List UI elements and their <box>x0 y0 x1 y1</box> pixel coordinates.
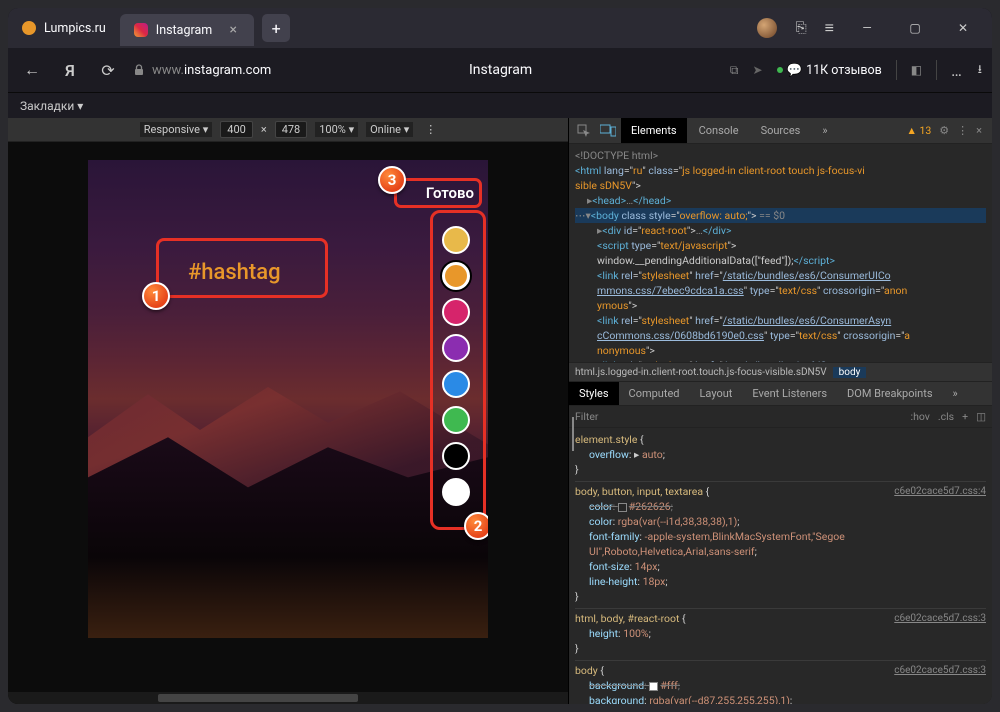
warnings-badge[interactable]: ▲ 13 <box>906 124 931 137</box>
width-input[interactable]: 400 <box>220 121 253 138</box>
tab-label: Instagram <box>156 23 212 38</box>
box-icon[interactable]: ◫ <box>976 410 986 423</box>
tab-more[interactable]: » <box>812 118 837 143</box>
close-button[interactable]: ✕ <box>948 13 978 43</box>
resize-handle[interactable] <box>572 417 578 451</box>
favicon-lumpics <box>22 21 36 35</box>
bookmarks-bar: Закладки ▾ <box>8 92 992 118</box>
minimize-button[interactable]: — <box>852 13 882 43</box>
devtools-tabs: Elements Console Sources » ▲ 13 ⚙ ⋮ × <box>569 118 992 144</box>
color-picker <box>432 216 480 516</box>
tab-label: Lumpics.ru <box>44 21 106 36</box>
yandex-button[interactable]: Я <box>56 56 84 84</box>
tab-dom-bp[interactable]: DOM Breakpoints <box>837 382 942 405</box>
device-select[interactable]: Responsive ▾ <box>140 122 213 137</box>
page-viewport: Responsive ▾ 400 × 478 100% ▾ Online ▾ ⋮… <box>8 118 568 704</box>
address-bar: ← Я ⟳ www.instagram.com Instagram ⧉ ➤ 💬1… <box>8 48 992 92</box>
hov-toggle[interactable]: :hov <box>911 410 930 423</box>
tab-lumpics[interactable]: Lumpics.ru <box>8 12 120 44</box>
color-swatch-5[interactable] <box>442 370 470 398</box>
page-title: Instagram <box>281 62 720 78</box>
tab-layout[interactable]: Layout <box>690 382 743 405</box>
bookmark-icon[interactable]: ◧ <box>911 63 922 77</box>
done-button[interactable]: Готово <box>426 184 474 202</box>
share-icon[interactable]: ⧉ <box>730 63 739 78</box>
styles-tabs: Styles Computed Layout Event Listeners D… <box>569 382 992 406</box>
compass-icon[interactable]: ➤ <box>752 63 762 77</box>
device-toolbar: Responsive ▾ 400 × 478 100% ▾ Online ▾ ⋮ <box>8 118 568 142</box>
tab-instagram[interactable]: Instagram × <box>120 14 254 46</box>
kebab-icon[interactable]: ⋮ <box>425 123 436 136</box>
styles-filter: Filter :hov .cls + ◫ <box>569 406 992 428</box>
tab-more[interactable]: » <box>943 382 968 405</box>
tab-computed[interactable]: Computed <box>619 382 690 405</box>
add-rule-icon[interactable]: + <box>962 410 968 423</box>
download-icon[interactable]: ⭳ <box>978 60 982 81</box>
inspect-icon[interactable] <box>573 124 595 138</box>
annotation-badge-2: 2 <box>464 512 488 540</box>
elements-tree[interactable]: <!DOCTYPE html> <html lang="ru" class="j… <box>569 144 992 362</box>
filter-input[interactable]: Filter <box>575 410 598 423</box>
more-button[interactable]: … <box>951 61 964 80</box>
color-swatch-3[interactable] <box>442 298 470 326</box>
zoom-select[interactable]: 100% ▾ <box>315 122 358 137</box>
url-text: www.instagram.com <box>152 63 271 78</box>
color-swatch-6[interactable] <box>442 406 470 434</box>
color-swatch-4[interactable] <box>442 334 470 362</box>
favicon-instagram <box>134 23 148 37</box>
color-swatch-7[interactable] <box>442 442 470 470</box>
bookmarks-label[interactable]: Закладки ▾ <box>20 99 83 113</box>
close-icon[interactable]: × <box>976 124 982 137</box>
close-icon[interactable]: × <box>226 23 240 37</box>
lock-icon <box>132 63 146 77</box>
titlebar: Lumpics.ru Instagram × + ⎘ ≡ — ▢ ✕ <box>8 8 992 48</box>
profile-avatar[interactable] <box>757 18 777 38</box>
menu-icon[interactable]: ≡ <box>825 18 834 38</box>
tab-listeners[interactable]: Event Listeners <box>742 382 837 405</box>
horizontal-scrollbar[interactable] <box>8 692 568 704</box>
tab-elements[interactable]: Elements <box>621 118 687 143</box>
color-swatch-2[interactable] <box>442 262 470 290</box>
reviews-badge[interactable]: 💬11К отзывов <box>777 63 882 78</box>
url-box[interactable]: www.instagram.com <box>132 63 271 78</box>
network-select[interactable]: Online ▾ <box>366 122 413 137</box>
devtools-panel: Elements Console Sources » ▲ 13 ⚙ ⋮ × <!… <box>568 118 992 704</box>
reload-button[interactable]: ⟳ <box>94 56 122 84</box>
tab-sources[interactable]: Sources <box>751 118 811 143</box>
tab-console[interactable]: Console <box>689 118 749 143</box>
sync-icon[interactable]: ⎘ <box>795 20 806 36</box>
annotation-badge-3: 3 <box>378 166 406 194</box>
maximize-button[interactable]: ▢ <box>900 13 930 43</box>
breadcrumb[interactable]: html.js.logged-in.client-root.touch.js-f… <box>569 362 992 382</box>
back-button[interactable]: ← <box>18 56 46 84</box>
color-swatch-8[interactable] <box>442 478 470 506</box>
hashtag-text[interactable]: #hashtag <box>170 250 299 295</box>
gear-icon[interactable]: ⚙ <box>939 124 949 137</box>
device-icon[interactable] <box>597 124 619 138</box>
new-tab-button[interactable]: + <box>262 14 290 42</box>
kebab-icon[interactable]: ⋮ <box>957 124 968 137</box>
annotation-badge-1: 1 <box>142 282 170 310</box>
tab-styles[interactable]: Styles <box>569 382 619 405</box>
height-input[interactable]: 478 <box>275 121 308 138</box>
cls-toggle[interactable]: .cls <box>938 410 954 423</box>
phone-canvas: Готово #hashtag 1 2 3 <box>88 160 488 638</box>
styles-pane[interactable]: element.style { overflow: ▸ auto; } c6e0… <box>569 428 992 704</box>
color-swatch-1[interactable] <box>442 226 470 254</box>
